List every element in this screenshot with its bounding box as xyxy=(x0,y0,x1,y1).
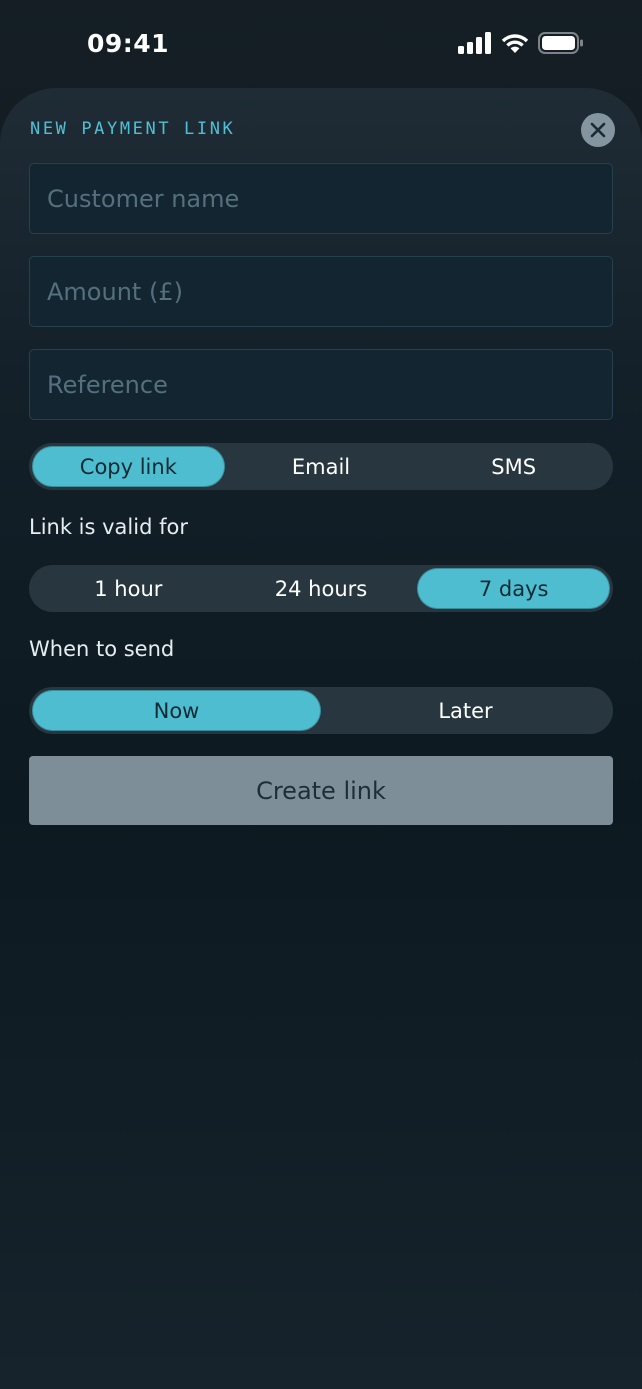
timing-label: When to send xyxy=(29,637,175,661)
status-time: 09:41 xyxy=(87,29,170,58)
battery-icon xyxy=(538,32,583,54)
delivery-method-selector: Copy link Email SMS xyxy=(29,443,613,490)
validity-label: Link is valid for xyxy=(29,515,188,539)
timing-option-later[interactable]: Later xyxy=(321,690,610,731)
payment-link-sheet: NEW PAYMENT LINK Copy link Email SMS Lin… xyxy=(0,88,642,1389)
validity-selector: 1 hour 24 hours 7 days xyxy=(29,565,613,612)
create-link-button[interactable]: Create link xyxy=(29,756,613,825)
delivery-option-email[interactable]: Email xyxy=(225,446,418,487)
timing-option-now[interactable]: Now xyxy=(32,690,321,731)
validity-option-24-hours[interactable]: 24 hours xyxy=(225,568,418,609)
timing-selector: Now Later xyxy=(29,687,613,734)
reference-input[interactable] xyxy=(29,349,613,420)
close-button[interactable] xyxy=(581,113,615,147)
status-bar: 09:41 xyxy=(0,0,642,88)
delivery-option-copy-link[interactable]: Copy link xyxy=(32,446,225,487)
amount-input[interactable] xyxy=(29,256,613,327)
close-icon xyxy=(590,122,606,138)
status-icons xyxy=(458,32,584,54)
validity-option-7-days[interactable]: 7 days xyxy=(417,568,611,609)
sheet-title: NEW PAYMENT LINK xyxy=(30,119,236,139)
delivery-option-sms[interactable]: SMS xyxy=(417,446,610,487)
cellular-signal-icon xyxy=(458,32,491,54)
wifi-icon xyxy=(501,34,529,53)
screen: 09:41 NEW PAYMENT LINK Customer name Amo… xyxy=(0,0,642,1389)
customer-name-input[interactable] xyxy=(29,163,613,234)
validity-option-1-hour[interactable]: 1 hour xyxy=(32,568,225,609)
